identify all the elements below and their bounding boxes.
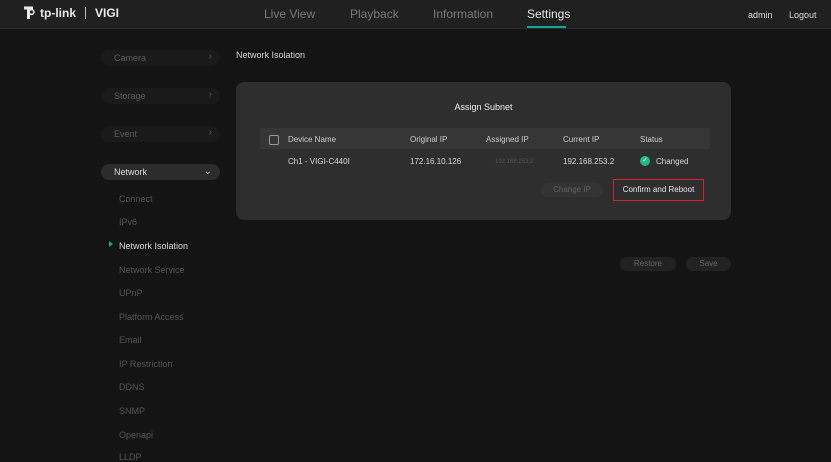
logo-product: VIGI [95, 6, 120, 20]
sidebar-item-snmp[interactable]: SNMP [119, 406, 145, 416]
sidebar-item-network-service[interactable]: Network Service [119, 265, 185, 275]
nav-live-view[interactable]: Live View [264, 7, 315, 21]
logout-link[interactable]: Logout [789, 10, 817, 20]
sidebar-group-label: Storage [114, 91, 146, 101]
save-button[interactable]: Save [686, 257, 731, 271]
sidebar-item-ip-restriction[interactable]: IP Restriction [119, 359, 172, 369]
dialog-title: Assign Subnet [454, 102, 513, 112]
column-original-ip: Original IP [410, 135, 448, 144]
sidebar-item-upnp[interactable]: UPnP [119, 288, 143, 298]
column-assigned-ip: Assigned IP [486, 135, 529, 144]
sidebar-item-email[interactable]: Email [119, 335, 142, 345]
column-status: Status [640, 135, 663, 144]
nav-settings[interactable]: Settings [527, 7, 570, 21]
chevron-down-icon: ⌄ [203, 166, 212, 177]
cell-assigned-ip: 192.168.253.2 [495, 159, 534, 165]
cell-status: Changed [656, 157, 689, 166]
confirm-and-reboot-button[interactable]: Confirm and Reboot [613, 179, 704, 201]
logo: tp-link VIGI [22, 5, 119, 21]
page-title: Network Isolation [236, 50, 306, 60]
sidebar-item-ddns[interactable]: DDNS [119, 382, 145, 392]
sidebar-item-platform-access[interactable]: Platform Access [119, 312, 184, 322]
top-bar: tp-link VIGI Live View Playback Informat… [0, 0, 831, 29]
sidebar-item-lldp[interactable]: LLDP [119, 452, 142, 462]
sidebar-group-label: Network [114, 167, 148, 177]
sidebar-group-event[interactable]: Event › [101, 126, 220, 142]
nav-information[interactable]: Information [433, 7, 493, 21]
sidebar-group-label: Camera [114, 53, 147, 63]
column-current-ip: Current IP [563, 135, 600, 144]
sidebar-item-network-isolation[interactable]: Network Isolation [119, 241, 188, 251]
username: admin [748, 10, 773, 20]
restore-button[interactable]: Restore [620, 257, 676, 271]
logo-text: tp-link [40, 6, 76, 20]
chevron-right-icon: › [208, 127, 212, 138]
logo-divider [85, 7, 86, 19]
cell-current-ip: 192.168.253.2 [563, 157, 615, 166]
sidebar-item-openapi[interactable]: Openapi [119, 430, 153, 440]
column-device-name: Device Name [288, 135, 337, 144]
active-nav-underline [527, 26, 566, 28]
sidebar-group-storage[interactable]: Storage › [101, 88, 220, 104]
tp-link-logo-icon [24, 6, 35, 19]
nav-playback[interactable]: Playback [350, 7, 399, 21]
active-item-marker-icon [109, 241, 113, 247]
change-ip-button[interactable]: Change IP [541, 183, 603, 197]
cell-original-ip: 172.16.10.126 [410, 157, 462, 166]
check-circle-icon: ✓ [640, 156, 650, 166]
chevron-right-icon: › [208, 51, 212, 62]
select-all-checkbox[interactable] [269, 135, 279, 145]
chevron-right-icon: › [208, 89, 212, 100]
sidebar-item-connect[interactable]: Connect [119, 194, 153, 204]
sidebar-group-network[interactable]: Network ⌄ [101, 164, 220, 180]
sidebar-item-ipv6[interactable]: IPv6 [119, 217, 137, 227]
assign-subnet-dialog: Assign Subnet Device Name Original IP As… [236, 82, 731, 220]
sidebar-group-label: Event [114, 129, 138, 139]
cell-device-name: Ch1 - VIGI-C440I [288, 157, 350, 166]
sidebar-group-camera[interactable]: Camera › [101, 50, 220, 66]
